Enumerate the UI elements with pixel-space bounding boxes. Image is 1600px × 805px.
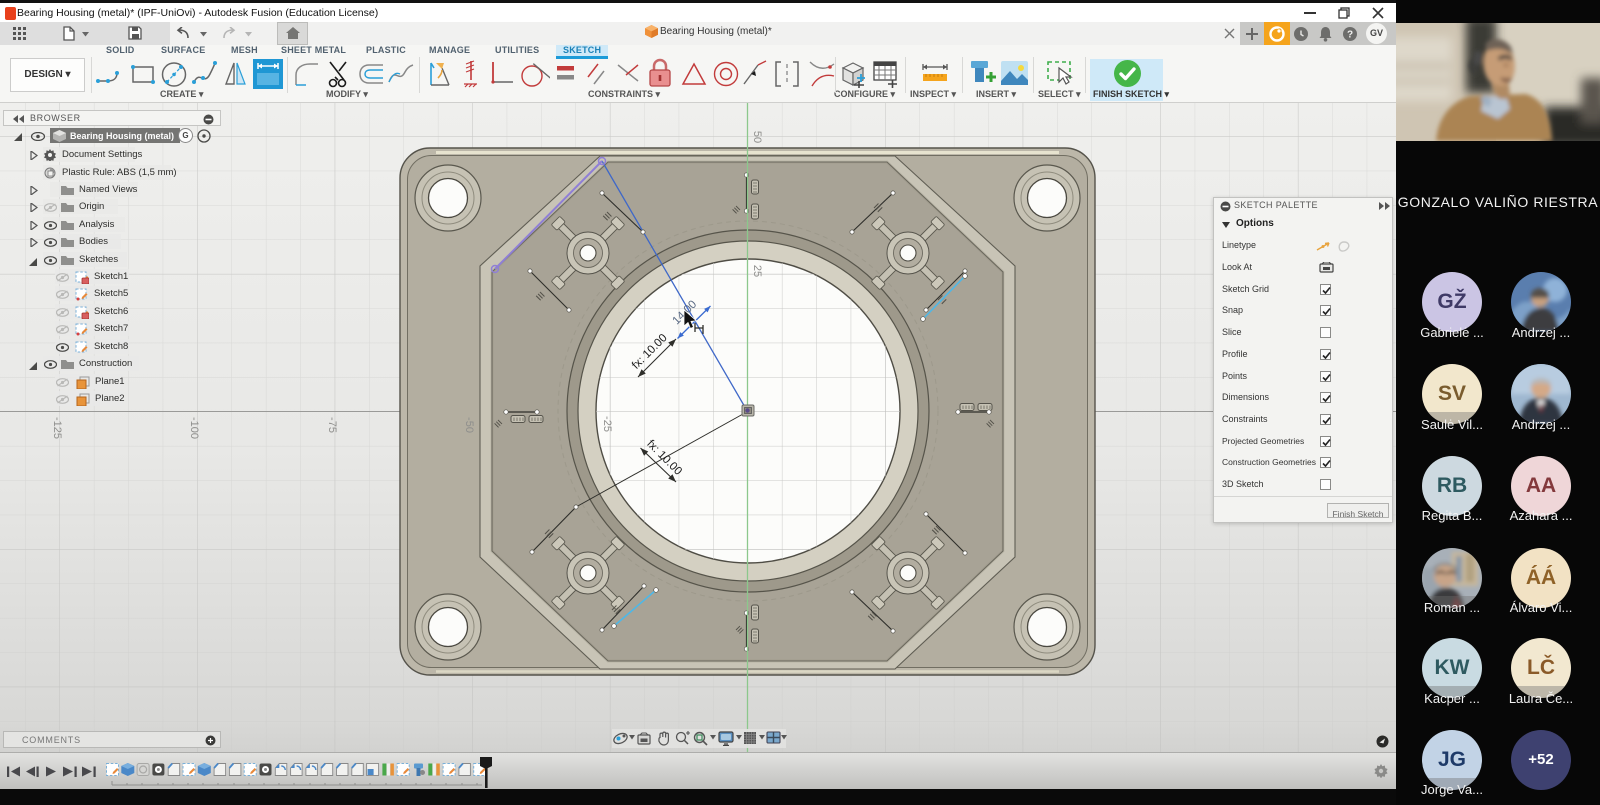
svg-text:-25: -25 [601,416,613,432]
svg-text:50: 50 [751,131,763,143]
svg-text:?: ? [1347,30,1353,41]
svg-text:25: 25 [751,265,763,277]
svg-text:-75: -75 [326,417,338,433]
svg-text:-50: -50 [463,417,475,433]
svg-text:-100: -100 [188,417,200,439]
svg-text:-125: -125 [51,417,63,439]
